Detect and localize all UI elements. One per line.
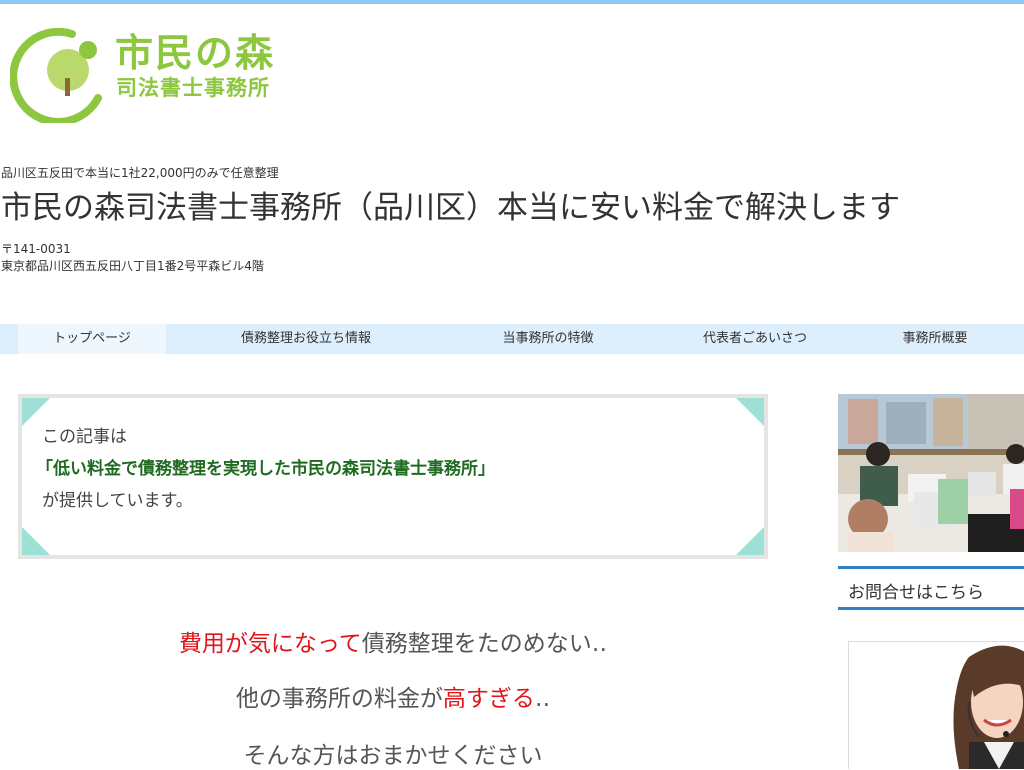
- office-address: 東京都品川区西五反田八丁目1番2号平森ビル4階: [1, 259, 264, 273]
- corner-decoration: [736, 398, 764, 426]
- nav-item-top[interactable]: トップページ: [18, 324, 166, 354]
- corner-decoration: [22, 527, 50, 555]
- contact-heading-label: お問合せはこちら: [848, 583, 984, 603]
- nav-item-greeting[interactable]: 代表者ごあいさつ: [672, 324, 838, 354]
- operator-photo[interactable]: [848, 641, 1024, 769]
- nav-item-features[interactable]: 当事務所の特徴: [460, 324, 636, 354]
- nav-item-office-overview[interactable]: 事務所概要: [870, 324, 1000, 354]
- lead-line-2: 他の事務所の料金が高すぎる‥: [18, 679, 768, 713]
- nav-item-debt-info[interactable]: 債務整理お役立ち情報: [200, 324, 412, 354]
- lead-text: 債務整理をたのめない‥: [361, 631, 608, 657]
- lead-highlight: 高すぎる: [442, 686, 535, 712]
- site-title[interactable]: 市民の森司法書士事務所（品川区）本当に安い料金で解決します: [1, 190, 900, 227]
- tree-logo-icon: [10, 28, 102, 123]
- contact-heading[interactable]: お問合せはこちら: [838, 566, 1024, 610]
- provider-notice-box: この記事は 「低い料金で債務整理を実現した市民の森司法書士事務所」 が提供してい…: [18, 394, 768, 559]
- notice-line-1: この記事は: [42, 427, 127, 447]
- notice-line-3: が提供しています。: [42, 491, 193, 511]
- lead-line-3: そんな方はおまかせください: [243, 743, 543, 769]
- notice-provider-name: 「低い料金で債務整理を実現した市民の森司法書士事務所」: [36, 459, 495, 479]
- site-logo[interactable]: 市民の森 司法書士事務所: [10, 28, 310, 123]
- lead-text: ‥: [534, 686, 551, 712]
- lead-line-1: 費用が気になって債務整理をたのめない‥: [18, 624, 768, 658]
- corner-decoration: [736, 527, 764, 555]
- lead-text: 他の事務所の料金が: [235, 686, 443, 712]
- notice-inner: この記事は 「低い料金で債務整理を実現した市民の森司法書士事務所」 が提供してい…: [22, 398, 764, 555]
- lead-highlight: 費用が気になって: [178, 631, 362, 657]
- top-accent-bar: [0, 0, 1024, 4]
- site-tagline: 品川区五反田で本当に1社22,000円のみで任意整理: [1, 166, 279, 180]
- postal-code: 〒141-0031: [1, 242, 71, 256]
- global-nav: トップページ 債務整理お役立ち情報 当事務所の特徴 代表者ごあいさつ 事務所概要: [0, 324, 1024, 354]
- logo-subname: 司法書士事務所: [116, 76, 270, 100]
- logo-name: 市民の森: [115, 31, 276, 75]
- office-photo: [838, 394, 1024, 552]
